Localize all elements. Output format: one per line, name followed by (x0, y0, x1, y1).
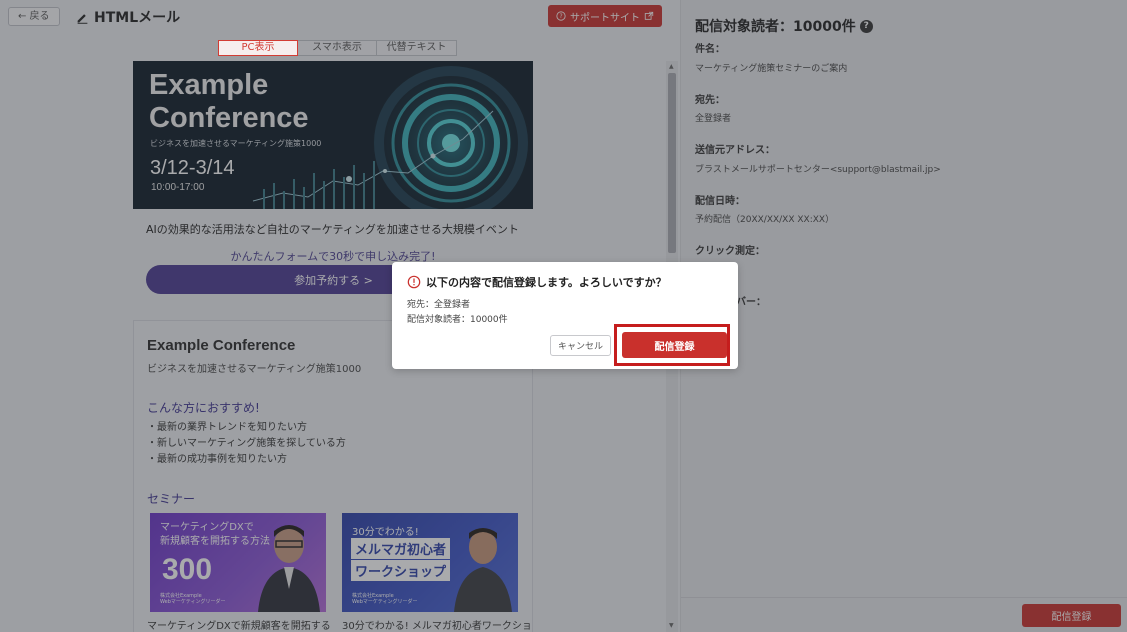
dialog-recipient: 宛先：全登録者 (407, 300, 471, 310)
dialog-title-text: 以下の内容で配信登録します。よろしいですか？ (426, 276, 667, 289)
highlight-box (614, 324, 730, 366)
dialog-title: 以下の内容で配信登録します。よろしいですか？ (407, 274, 667, 290)
alert-circle-icon (407, 275, 421, 289)
tab-pc-view[interactable]: PC表示 (218, 40, 298, 56)
cancel-button[interactable]: キャンセル (550, 335, 611, 356)
dialog-count: 配信対象読者：10000件 (407, 315, 508, 325)
